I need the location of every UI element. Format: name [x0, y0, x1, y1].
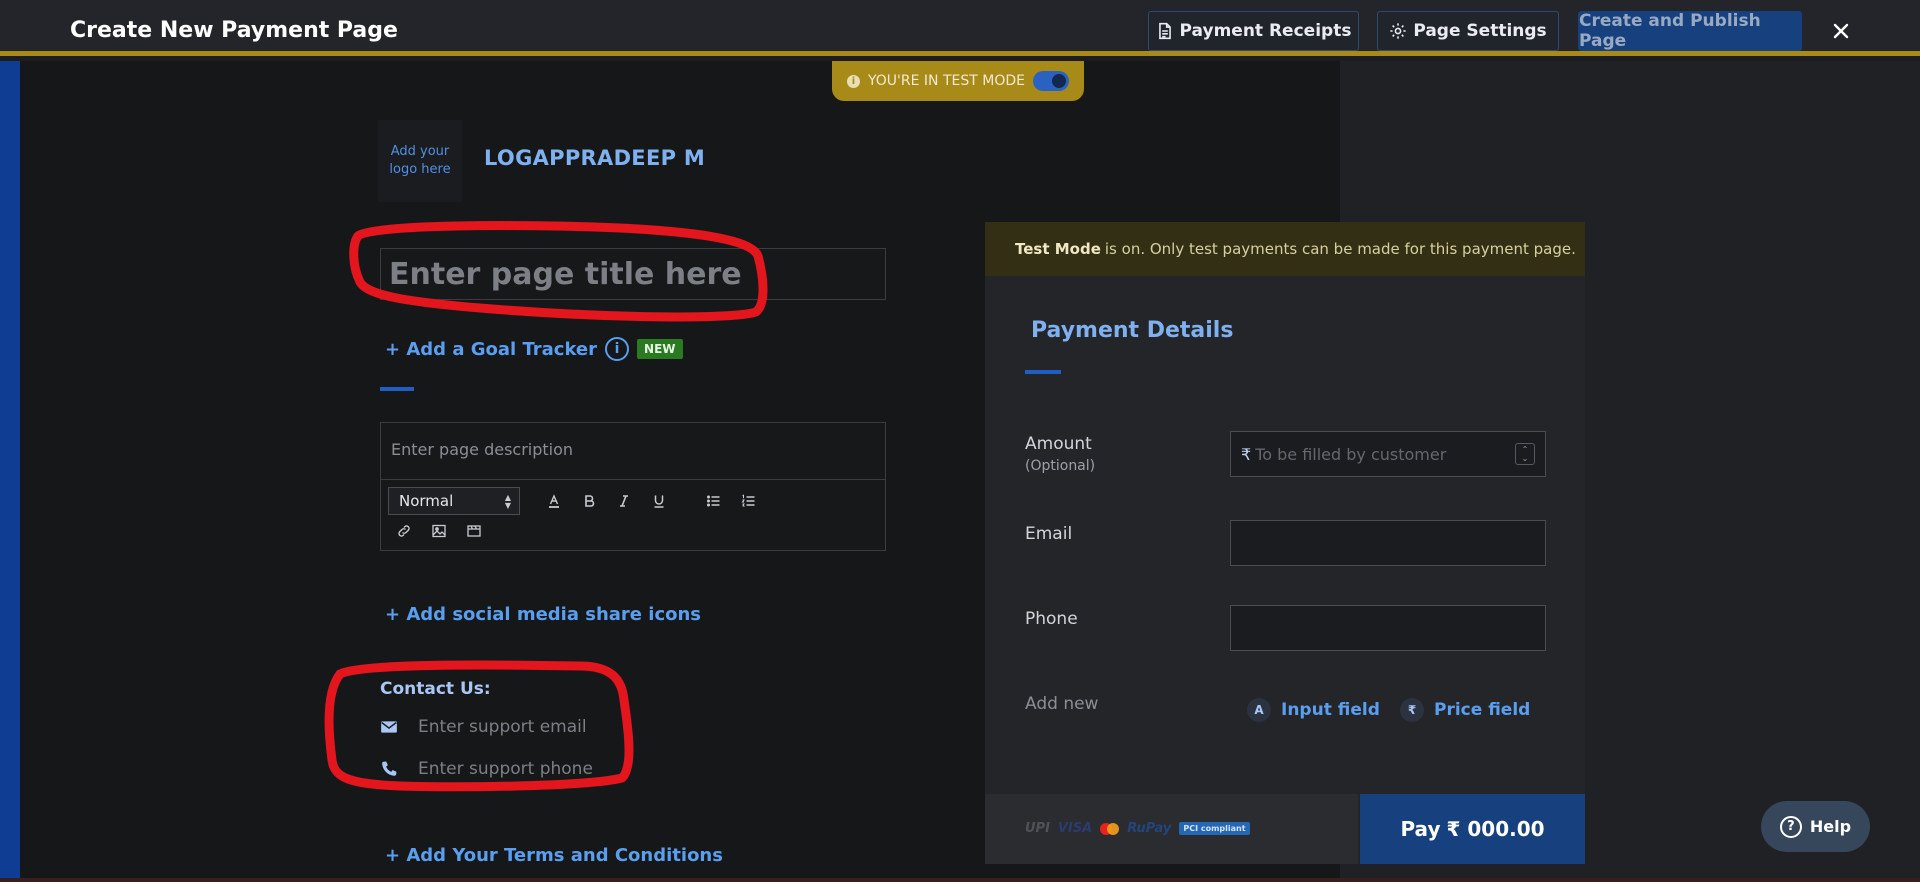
email-label: Email [1025, 524, 1073, 544]
new-badge: NEW [637, 339, 683, 359]
rupay-logo: RuPay [1127, 821, 1172, 836]
left-accent-strip [0, 61, 20, 882]
test-mode-banner: Test Mode is on. Only test payments can … [985, 222, 1585, 276]
info-icon: i [847, 74, 860, 88]
question-icon: ? [1779, 815, 1802, 838]
add-input-field-button[interactable]: A Input field [1247, 698, 1380, 722]
payment-methods-strip: UPI VISA RuPay PCI compliant [985, 794, 1358, 864]
page-settings-button[interactable]: Page Settings [1377, 11, 1559, 51]
input-field-label: Input field [1281, 700, 1380, 720]
test-mode-toggle[interactable] [1033, 71, 1069, 91]
image-icon[interactable] [428, 520, 450, 542]
rupee-icon: ₹ [1400, 698, 1424, 722]
page-description-editor[interactable]: Enter page description Normal ▲ ▼ [380, 422, 886, 551]
pay-button[interactable]: Pay ₹ 000.00 [1360, 794, 1585, 864]
amount-placeholder-text: To be filled by customer [1255, 445, 1447, 464]
pci-compliant-logo: PCI compliant [1179, 822, 1250, 835]
brand-name: LOGAPPRADEEP M [484, 146, 706, 170]
add-goal-tracker-link[interactable]: + Add a Goal Tracker [385, 339, 597, 360]
payment-details-underline [1025, 370, 1061, 374]
amount-label: Amount (Optional) [1025, 434, 1095, 474]
text-style-select[interactable]: Normal ▲ ▼ [388, 487, 520, 515]
price-field-label: Price field [1434, 700, 1531, 720]
page-title-placeholder: Enter page title here [389, 256, 742, 292]
bold-icon[interactable] [578, 490, 600, 512]
support-phone-placeholder: Enter support phone [418, 759, 593, 779]
amount-placeholder: ₹ To be filled by customer [1241, 445, 1446, 464]
support-email-placeholder: Enter support email [418, 717, 587, 737]
help-button[interactable]: ? Help [1761, 801, 1870, 852]
payment-details-panel: Test Mode is on. Only test payments can … [985, 222, 1585, 864]
amount-sublabel: (Optional) [1025, 458, 1096, 474]
visa-logo: VISA [1057, 821, 1093, 836]
page-title: Create New Payment Page [70, 18, 398, 43]
text-field-icon: A [1247, 698, 1271, 722]
amount-input[interactable]: ₹ To be filled by customer ⌃ ⌄ [1230, 431, 1546, 477]
payment-receipts-button[interactable]: Payment Receipts [1148, 11, 1359, 51]
select-arrows-icon: ▲ ▼ [504, 493, 511, 510]
phone-icon [382, 761, 397, 776]
test-mode-pill: i YOU'RE IN TEST MODE [832, 61, 1084, 101]
page-settings-label: Page Settings [1413, 21, 1547, 41]
contact-us-title: Contact Us: [380, 679, 491, 699]
amount-label-text: Amount [1025, 434, 1092, 454]
mastercard-logo [1100, 822, 1120, 835]
add-price-field-button[interactable]: ₹ Price field [1400, 698, 1530, 722]
logo-placeholder-text: Add your logo here [389, 144, 451, 177]
upi-logo: UPI [1025, 821, 1050, 836]
numbered-list-icon[interactable] [738, 490, 760, 512]
mail-icon [381, 721, 397, 733]
payment-receipts-label: Payment Receipts [1179, 21, 1352, 41]
payment-details-title: Payment Details [1031, 318, 1234, 343]
italic-icon[interactable] [613, 490, 635, 512]
top-header: Create New Payment Page Payment Receipts… [0, 0, 1920, 56]
text-color-icon[interactable] [543, 490, 565, 512]
bullet-list-icon[interactable] [703, 490, 725, 512]
create-and-publish-button[interactable]: Create and Publish Page [1578, 11, 1802, 51]
amount-stepper[interactable]: ⌃ ⌄ [1515, 443, 1535, 465]
add-terms-link[interactable]: + Add Your Terms and Conditions [385, 845, 723, 866]
support-phone-field[interactable]: Enter support phone [380, 759, 593, 779]
page-title-input[interactable]: Enter page title here [380, 248, 886, 300]
close-icon[interactable] [1828, 18, 1854, 44]
section-divider [380, 387, 414, 391]
video-icon[interactable] [463, 520, 485, 542]
gear-icon [1390, 23, 1406, 39]
underline-icon[interactable] [648, 490, 670, 512]
bottom-edge [0, 878, 1920, 882]
text-style-value: Normal [399, 492, 454, 510]
add-social-icons-link[interactable]: + Add social media share icons [385, 604, 701, 625]
editor-toolbar: Normal ▲ ▼ [381, 479, 885, 551]
link-icon[interactable] [393, 520, 415, 542]
payment-method-logos: UPI VISA RuPay PCI compliant [1025, 821, 1250, 836]
logo-upload-placeholder[interactable]: Add your logo here [378, 120, 462, 202]
description-placeholder: Enter page description [391, 440, 574, 459]
phone-input[interactable] [1230, 605, 1546, 651]
test-mode-text: YOU'RE IN TEST MODE [868, 73, 1025, 89]
add-goal-tracker[interactable]: + Add a Goal Tracker i NEW [385, 337, 683, 361]
add-new-label: Add new [1025, 694, 1099, 714]
email-input[interactable] [1230, 520, 1546, 566]
rupee-symbol: ₹ [1241, 445, 1252, 464]
pay-amount: ₹ 000.00 [1446, 817, 1545, 841]
create-and-publish-label: Create and Publish Page [1579, 11, 1761, 51]
phone-label: Phone [1025, 609, 1078, 629]
pay-label: Pay [1400, 817, 1441, 841]
support-email-field[interactable]: Enter support email [380, 717, 587, 737]
help-label: Help [1809, 817, 1852, 836]
test-mode-banner-text: is on. Only test payments can be made fo… [1104, 240, 1576, 258]
info-icon[interactable]: i [605, 337, 630, 361]
document-icon [1158, 22, 1171, 40]
test-mode-banner-bold: Test Mode [1015, 240, 1101, 258]
